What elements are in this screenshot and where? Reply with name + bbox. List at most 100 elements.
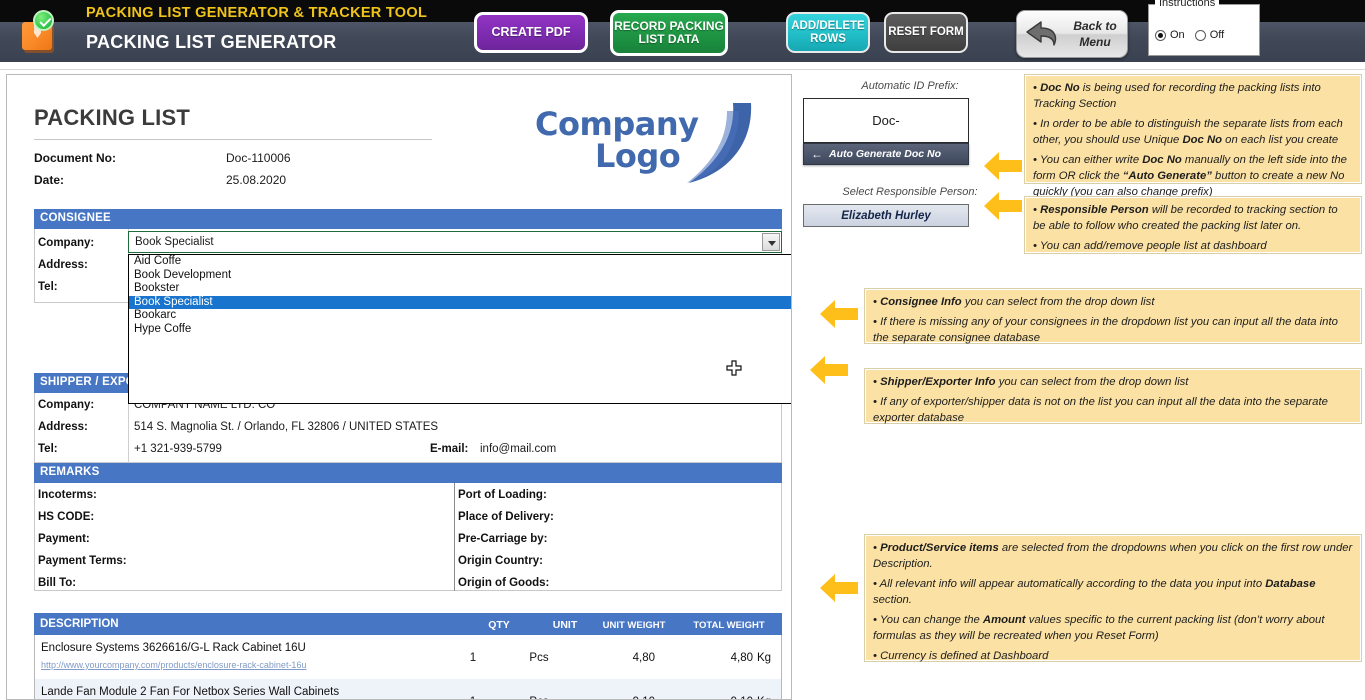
consignee-address-label: Address: <box>38 259 88 271</box>
note-line: • All relevant info will appear automati… <box>873 578 1316 607</box>
date-value[interactable]: 25.08.2020 <box>226 173 286 187</box>
left-arrow-icon <box>982 188 1024 224</box>
left-arrow-icon: ← <box>811 147 823 161</box>
app-subtitle: PACKING LIST GENERATOR & TRACKER TOOL <box>86 5 428 21</box>
remarks-block <box>34 483 782 591</box>
prefix-caption: Automatic ID Prefix: <box>861 80 959 92</box>
instructions-toggle-group: On Off <box>1148 4 1260 56</box>
consignee-tel-label: Tel: <box>38 281 58 293</box>
remarks-label: Pre-Carriage by: <box>458 533 548 545</box>
consignee-dropdown-list[interactable]: Aid Coffe Book Development Bookster Book Sp… <box>128 254 791 404</box>
consignee-company-value: Book Specialist <box>135 236 214 248</box>
note-line: • In order to be able to distinguish the… <box>1033 118 1343 147</box>
note-line: • Shipper/Exporter Info you can select f… <box>873 376 1189 388</box>
reset-form-button[interactable]: RESET FORM <box>884 12 968 53</box>
document-no-value[interactable]: Doc-110006 <box>226 151 291 165</box>
back-arrow-icon <box>1024 18 1066 52</box>
item-unit-weight: 9,10 <box>573 696 655 699</box>
shipper-tel-value[interactable]: +1 321-939-5799 <box>134 443 222 455</box>
remarks-label: Place of Delivery: <box>458 511 554 523</box>
auto-generate-doc-no-button[interactable]: ← Auto Generate Doc No <box>803 143 969 165</box>
note-line: • You can change the Amount values speci… <box>873 614 1325 643</box>
note-consignee: • Consignee Info you can select from the… <box>864 288 1362 344</box>
page-title: PACKING LIST <box>34 105 190 130</box>
shipper-email-value[interactable]: info@mail.com <box>480 443 556 455</box>
header-divider <box>0 62 1365 70</box>
remarks-section-header: REMARKS <box>34 463 782 483</box>
shipper-address-value[interactable]: 514 S. Magnolia St. / Orlando, FL 32806 … <box>134 421 438 433</box>
item-description: Lande Fan Module 2 Fan For Netbox Series… <box>41 686 340 698</box>
shipper-email-label: E-mail: <box>430 443 469 455</box>
column-header-unit: UNIT <box>552 619 578 631</box>
note-doc-no: • Doc No is being used for recording the… <box>1024 74 1362 198</box>
package-check-icon <box>14 8 66 56</box>
note-line: • If there is missing any of your consig… <box>873 316 1338 345</box>
left-arrow-icon <box>818 296 860 332</box>
instructions-on-option[interactable]: On <box>1155 29 1185 41</box>
items-table-header: DESCRIPTION QTY UNIT UNIT WEIGHT TOTAL W… <box>34 613 782 635</box>
remarks-label: Origin of Goods: <box>458 577 550 589</box>
add-delete-rows-button[interactable]: ADD/DELETE ROWS <box>786 12 870 53</box>
left-arrow-icon <box>982 148 1024 184</box>
dropdown-option[interactable]: Bookster <box>129 282 791 296</box>
column-header-total-weight: TOTAL WEIGHT <box>693 620 765 631</box>
packing-list-sheet: PACKING LIST Document No: Doc-110006 Dat… <box>6 74 792 700</box>
consignee-section-header: CONSIGNEE <box>34 209 782 229</box>
remarks-label: Payment: <box>38 533 90 545</box>
note-line: • Currency is defined at Dashboard <box>873 650 1049 663</box>
prefix-input[interactable]: Doc- <box>803 98 969 143</box>
responsible-person-value: Elizabeth Hurley <box>841 209 931 222</box>
back-to-menu-button[interactable]: Back to Menu <box>1016 10 1128 58</box>
radio-off-icon[interactable] <box>1194 29 1206 41</box>
back-to-menu-label: Back to Menu <box>1073 19 1117 50</box>
instructions-on-label: On <box>1170 29 1185 41</box>
chevron-down-icon[interactable] <box>762 233 780 251</box>
shipper-address-label: Address: <box>38 421 88 433</box>
auto-generate-label: Auto Generate Doc No <box>829 148 942 160</box>
note-line: • Product/Service items are selected fro… <box>873 542 1353 571</box>
consignee-company-label: Company: <box>38 237 95 249</box>
instructions-off-option[interactable]: Off <box>1194 29 1225 41</box>
left-arrow-icon <box>818 570 860 606</box>
note-responsible-person: • Responsible Person will be recorded to… <box>1024 196 1362 254</box>
logo-swoosh-icon <box>665 99 757 191</box>
note-line: • You can either write Doc No manually o… <box>1033 154 1347 199</box>
remarks-label: Port of Loading: <box>458 489 547 501</box>
shipper-tel-label: Tel: <box>38 443 58 455</box>
dropdown-option[interactable]: Book Specialist <box>129 295 791 309</box>
document-no-label: Document No: <box>34 151 116 165</box>
responsible-person-select[interactable]: Elizabeth Hurley <box>803 204 969 227</box>
item-unit: Pcs <box>529 652 549 664</box>
remarks-column-divider <box>454 483 455 591</box>
items-table-body: Enclosure Systems 3626616/G-L Rack Cabin… <box>34 635 782 699</box>
remarks-label: Bill To: <box>38 577 77 589</box>
consignee-company-combobox[interactable]: Book Specialist <box>128 231 782 253</box>
record-packing-list-data-button[interactable]: RECORD PACKING LIST DATA <box>610 10 728 56</box>
table-row[interactable]: Enclosure Systems 3626616/G-L Rack Cabin… <box>35 635 781 679</box>
item-qty: 1 <box>469 652 477 664</box>
item-unit: Pcs <box>508 696 570 699</box>
note-line: • Doc No is being used for recording the… <box>1033 82 1321 111</box>
remarks-label: HS CODE: <box>38 511 95 523</box>
item-qty: 1 <box>443 696 503 699</box>
item-total-weight: 4,80 <box>730 652 753 664</box>
instructions-radio-row: On Off <box>1155 29 1255 41</box>
create-pdf-button[interactable]: CREATE PDF <box>474 12 588 53</box>
check-badge-icon <box>33 10 54 31</box>
left-arrow-icon <box>808 352 850 388</box>
radio-on-icon[interactable] <box>1155 29 1166 41</box>
dropdown-option[interactable]: Hype Coffe <box>129 323 791 337</box>
note-line: • Consignee Info you can select from the… <box>873 296 1155 308</box>
shipper-company-label: Company: <box>38 399 95 411</box>
column-header-description: DESCRIPTION <box>40 618 119 630</box>
table-row[interactable]: Lande Fan Module 2 Fan For Netbox Series… <box>35 679 781 699</box>
dropdown-option[interactable]: Book Development <box>129 269 791 283</box>
instructions-off-label: Off <box>1209 29 1225 41</box>
item-total-weight: 9,10 <box>663 696 753 699</box>
dropdown-option[interactable]: Aid Coffe <box>129 255 791 269</box>
app-title: PACKING LIST GENERATOR <box>86 32 337 52</box>
item-url-link[interactable]: http://www.yourcompany.com/products/encl… <box>41 660 306 670</box>
item-description: Enclosure Systems 3626616/G-L Rack Cabin… <box>41 642 306 654</box>
item-weight-unit: Kg <box>757 696 771 699</box>
dropdown-option[interactable]: Bookarc <box>129 309 791 323</box>
